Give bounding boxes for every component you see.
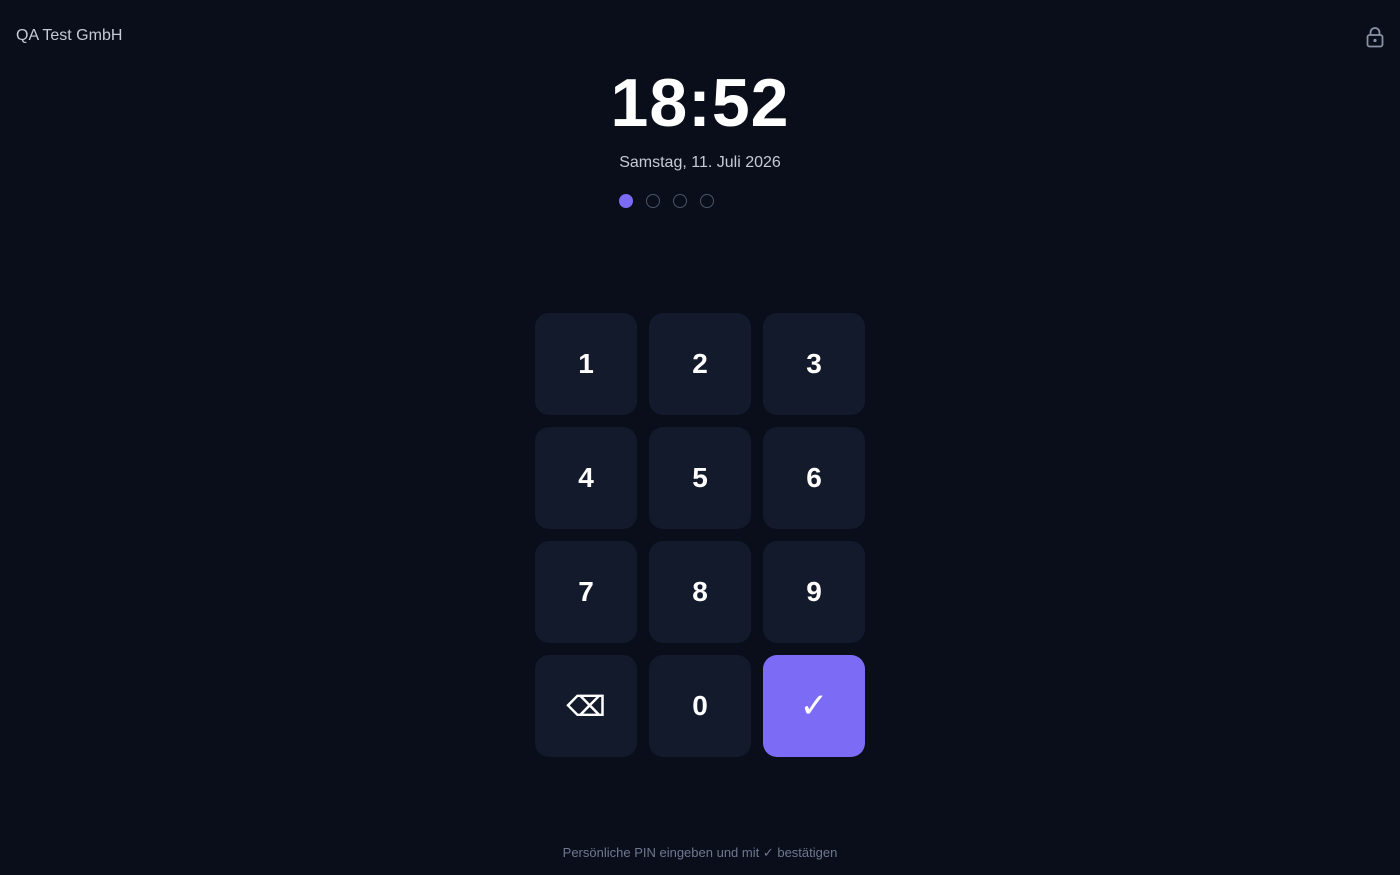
clock-time: 18:52 xyxy=(610,65,790,141)
key-1-label: 1 xyxy=(578,348,594,379)
key-5[interactable]: 5 xyxy=(649,427,751,529)
pin-dot-3 xyxy=(673,194,687,208)
company-name: QA Test GmbH xyxy=(16,27,123,44)
key-7-label: 7 xyxy=(578,576,594,607)
key-2-label: 2 xyxy=(692,348,708,379)
key-4-label: 4 xyxy=(578,462,594,493)
key-3-label: 3 xyxy=(806,348,822,379)
backspace-button[interactable]: ⌫ xyxy=(535,655,637,757)
key-4[interactable]: 4 xyxy=(535,427,637,529)
key-1[interactable]: 1 xyxy=(535,313,637,415)
pin-dot-1 xyxy=(619,194,633,208)
pin-indicator xyxy=(619,194,714,208)
key-0[interactable]: 0 xyxy=(649,655,751,757)
key-6[interactable]: 6 xyxy=(763,427,865,529)
lock-icon[interactable] xyxy=(1366,26,1384,48)
pin-keypad: 1 2 3 4 5 6 7 8 9 ⌫ 0 ✓ xyxy=(535,313,865,757)
key-5-label: 5 xyxy=(692,462,708,493)
backspace-icon: ⌫ xyxy=(566,689,606,723)
key-9-label: 9 xyxy=(806,576,822,607)
key-7[interactable]: 7 xyxy=(535,541,637,643)
lock-screen: QA Test GmbH 18:52 Samstag, 11. Juli 202… xyxy=(0,0,1400,875)
checkmark-icon: ✓ xyxy=(799,686,829,726)
key-8[interactable]: 8 xyxy=(649,541,751,643)
key-8-label: 8 xyxy=(692,576,708,607)
pin-dot-2 xyxy=(646,194,660,208)
pin-dot-4 xyxy=(700,194,714,208)
key-9[interactable]: 9 xyxy=(763,541,865,643)
key-2[interactable]: 2 xyxy=(649,313,751,415)
clock-date: Samstag, 11. Juli 2026 xyxy=(619,154,781,171)
pin-hint: Persönliche PIN eingeben und mit ✓ bestä… xyxy=(562,845,838,860)
confirm-button[interactable]: ✓ xyxy=(763,655,865,757)
key-6-label: 6 xyxy=(806,462,822,493)
key-3[interactable]: 3 xyxy=(763,313,865,415)
key-0-label: 0 xyxy=(692,690,708,721)
